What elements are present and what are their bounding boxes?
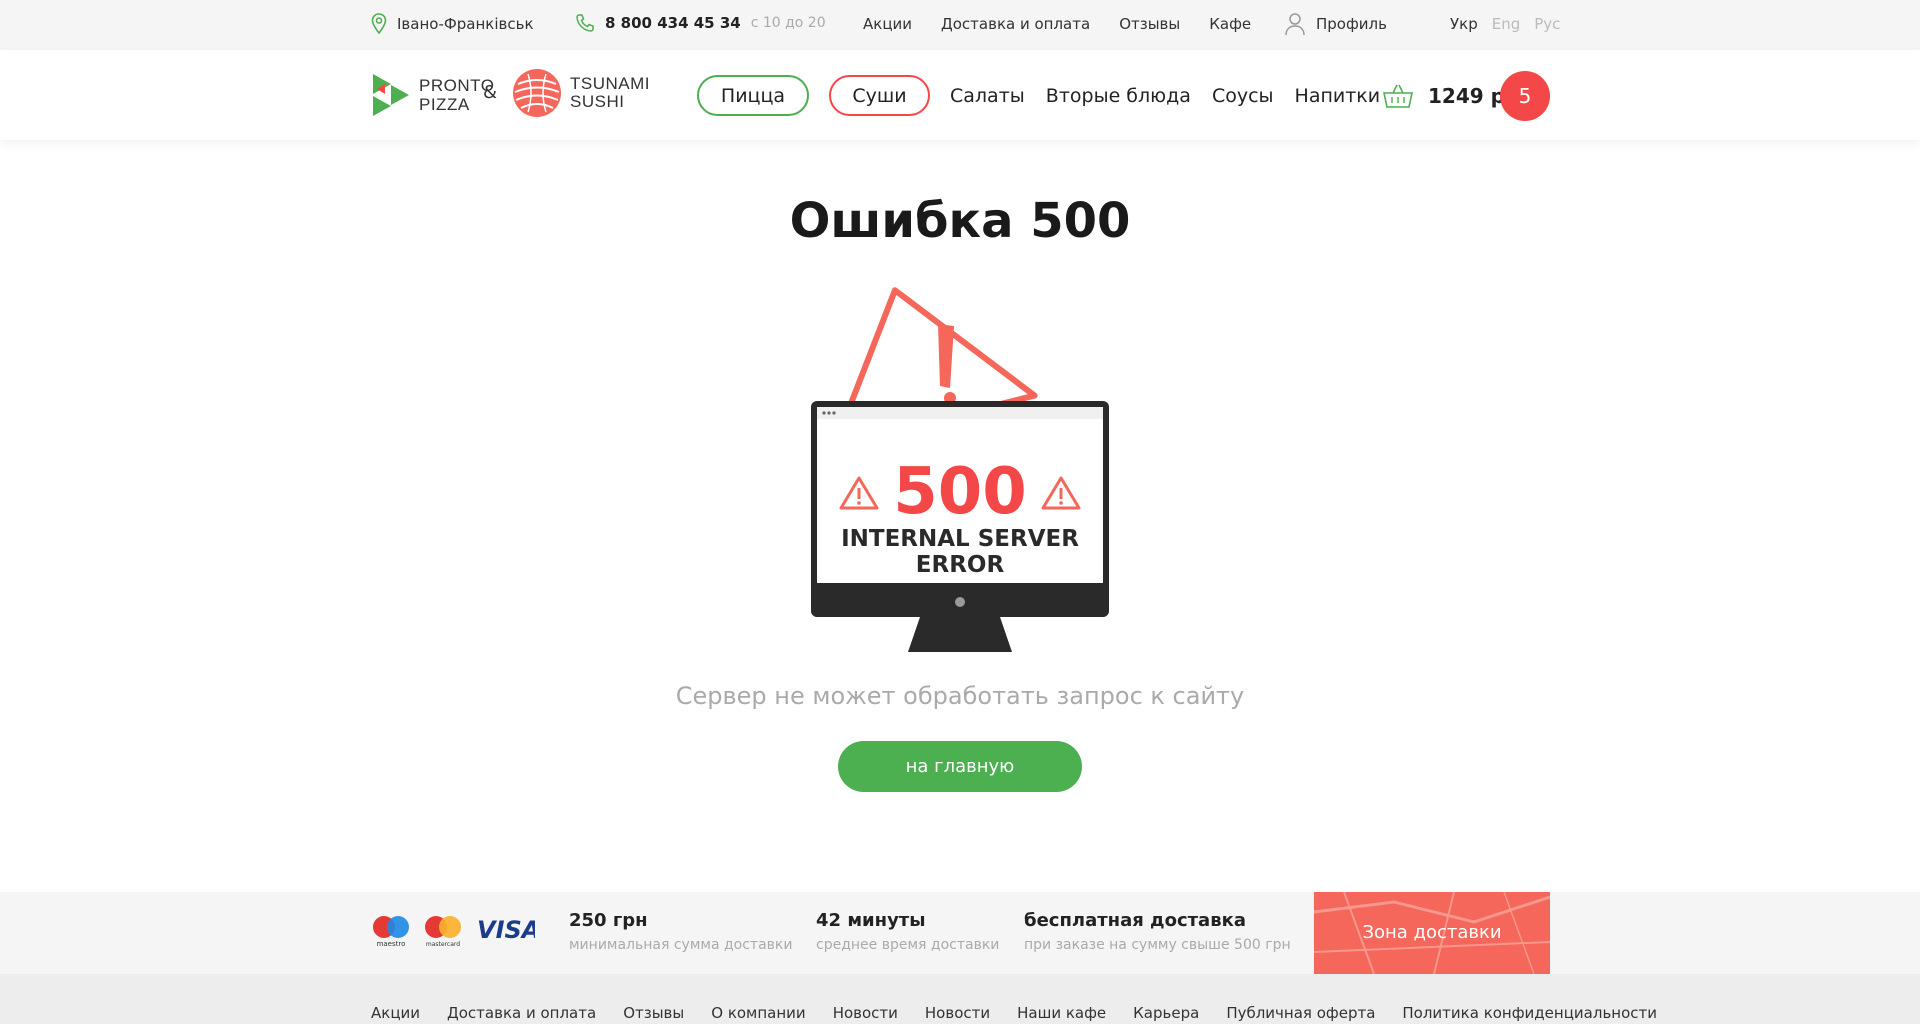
phone-icon: [576, 14, 594, 32]
delivery-time-label: среднее время доставки: [816, 937, 1000, 953]
top-nav: Акции Доставка и оплата Отзывы Кафе: [863, 15, 1251, 33]
maestro-icon: maestro: [373, 916, 409, 948]
footer-link-reviews[interactable]: Отзывы: [623, 1004, 684, 1022]
working-hours: с 10 до 20: [750, 15, 826, 31]
profile-label: Профиль: [1316, 15, 1387, 33]
svg-text:mastercard: mastercard: [426, 941, 460, 948]
city-selector[interactable]: Івано-Франківськ: [371, 13, 534, 35]
main-header: PRONTO PIZZA & TSUNAMI SUSHI Пицца Суши …: [0, 50, 1920, 140]
category-nav: Салаты Вторые блюда Соусы Напитки: [950, 85, 1380, 107]
category-drinks[interactable]: Напитки: [1295, 85, 1381, 107]
error-description: Сервер не может обработать запрос к сайт…: [675, 682, 1245, 710]
lang-ukr[interactable]: Укр: [1450, 15, 1478, 33]
footer-link-delivery[interactable]: Доставка и оплата: [447, 1004, 596, 1022]
error-line2-text: ERROR: [916, 552, 1005, 578]
category-main-dishes[interactable]: Вторые блюда: [1046, 85, 1191, 107]
tsunami-logo-line1: TSUNAMI: [570, 74, 650, 93]
footer-nav: Акции Доставка и оплата Отзывы О компани…: [0, 974, 1920, 1024]
lang-rus[interactable]: Рус: [1534, 15, 1560, 33]
category-sushi-button[interactable]: Суши: [829, 75, 930, 116]
pronto-logo-icon: [373, 74, 409, 116]
top-nav-reviews[interactable]: Отзывы: [1119, 15, 1180, 33]
footer-link-about[interactable]: О компании: [711, 1004, 805, 1022]
free-delivery-info: бесплатная доставка при заказе на сумму …: [1024, 910, 1291, 953]
error-line1-text: INTERNAL SERVER: [841, 526, 1079, 552]
visa-logo: VISA: [477, 916, 540, 946]
tsunami-logo-icon: [513, 69, 561, 117]
delivery-zone-label: Зона доставки: [1362, 922, 1502, 943]
top-bar: Івано-Франківськ 8 800 434 45 34 с 10 до…: [0, 0, 1920, 50]
footer-link-public-offer[interactable]: Публичная оферта: [1226, 1004, 1375, 1022]
min-order-info: 250 грн минимальная сумма доставки: [569, 910, 792, 953]
logo-ampersand: &: [483, 82, 498, 103]
profile-link[interactable]: Профиль: [1284, 12, 1387, 36]
top-nav-cafe[interactable]: Кафе: [1209, 15, 1251, 33]
footer-link-privacy[interactable]: Политика конфиденциальности: [1402, 1004, 1657, 1022]
footer-link-news-2[interactable]: Новости: [925, 1004, 990, 1022]
footer-link-careers[interactable]: Карьера: [1133, 1004, 1199, 1022]
delivery-time-value: 42 минуты: [816, 910, 926, 931]
delivery-time-info: 42 минуты среднее время доставки: [816, 910, 999, 953]
top-nav-delivery[interactable]: Доставка и оплата: [941, 15, 1090, 33]
visa-icon: VISA: [477, 916, 540, 944]
phone-number[interactable]: 8 800 434 45 34: [605, 14, 741, 32]
phone-block: 8 800 434 45 34 с 10 до 20: [575, 13, 826, 33]
free-delivery-label: при заказе на сумму свыше 500 грн: [1024, 937, 1291, 953]
home-button[interactable]: на главную: [838, 741, 1082, 792]
user-icon: [1285, 13, 1305, 36]
mastercard-logo: mastercard: [423, 914, 463, 952]
min-order-label: минимальная сумма доставки: [569, 937, 793, 953]
tsunami-sushi-logo[interactable]: TSUNAMI SUSHI: [512, 68, 650, 118]
footer-link-promotions[interactable]: Акции: [371, 1004, 420, 1022]
cart-count-badge[interactable]: 5: [1500, 71, 1550, 121]
error-illustration: 500 INTERNAL SERVER ERROR: [800, 270, 1120, 655]
svg-text:maestro: maestro: [377, 940, 406, 948]
svg-text:VISA: VISA: [477, 916, 535, 942]
min-order-value: 250 грн: [569, 910, 648, 931]
page-title: Ошибка 500: [789, 193, 1131, 249]
maestro-logo: maestro: [371, 914, 411, 952]
pronto-pizza-logo[interactable]: PRONTO PIZZA: [371, 72, 494, 118]
language-switcher: Укр Eng Рус: [1450, 15, 1560, 33]
city-label: Івано-Франківськ: [397, 15, 534, 33]
category-sauces[interactable]: Соусы: [1212, 85, 1274, 107]
lang-eng[interactable]: Eng: [1492, 15, 1521, 33]
footer-link-our-cafes[interactable]: Наши кафе: [1017, 1004, 1106, 1022]
top-nav-promotions[interactable]: Акции: [863, 15, 912, 33]
cart-total[interactable]: 1249 р: [1428, 84, 1505, 108]
error-code-text: 500: [893, 455, 1027, 529]
mastercard-icon: mastercard: [425, 916, 461, 948]
basket-icon: [1383, 84, 1413, 108]
monitor-warning-image: 500 INTERNAL SERVER ERROR: [811, 287, 1109, 652]
footer-link-news[interactable]: Новости: [833, 1004, 898, 1022]
footer-info-bar: maestro mastercard VISA 250 грн минималь…: [0, 892, 1920, 974]
tsunami-logo-line2: SUSHI: [570, 92, 625, 111]
cart-link[interactable]: [1383, 83, 1413, 113]
location-pin-icon: [371, 13, 387, 35]
category-salads[interactable]: Салаты: [950, 85, 1025, 107]
delivery-zone-button[interactable]: Зона доставки: [1314, 892, 1550, 974]
category-pizza-button[interactable]: Пицца: [697, 75, 809, 116]
free-delivery-value: бесплатная доставка: [1024, 910, 1246, 931]
